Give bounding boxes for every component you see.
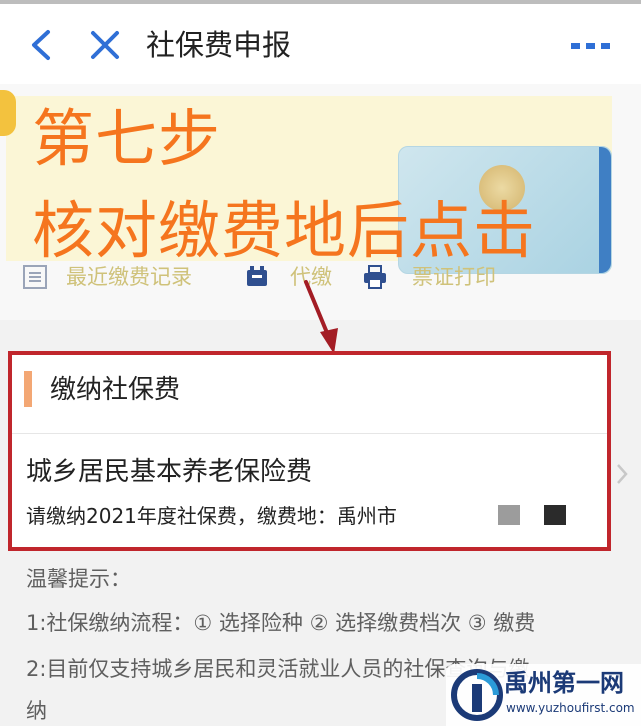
annotation-arrow-icon (304, 280, 338, 354)
wallet-icon (247, 266, 267, 286)
more-dots-icon[interactable] (570, 40, 612, 52)
watermark-url: www.yuzhoufirst.com (506, 701, 635, 715)
receipt-print-link[interactable]: 票证打印 (412, 262, 496, 292)
redaction-mask (498, 505, 520, 525)
recent-payments-link[interactable]: 最近缴费记录 (66, 262, 192, 292)
nav-bar: 社保费申报 (0, 4, 641, 84)
insurance-item-desc: 请缴纳2021年度社保费，缴费地：禹州市 (26, 504, 397, 528)
redaction-mask (544, 505, 566, 525)
tip-line: 纳 (26, 699, 47, 723)
insurance-item-name[interactable]: 城乡居民基本养老保险费 (26, 453, 312, 491)
close-icon[interactable] (88, 28, 122, 62)
tip-line: 1:社保缴纳流程：① 选择险种 ② 选择缴费档次 ③ 缴费 (26, 611, 536, 635)
chevron-left-icon[interactable] (26, 28, 56, 62)
page-title: 社保费申报 (146, 28, 292, 62)
step-overlay-title: 第七步 (32, 102, 222, 175)
side-badge-icon[interactable] (0, 90, 16, 136)
printer-icon (364, 265, 386, 289)
chevron-right-icon[interactable] (615, 462, 629, 486)
site-watermark: 禹州第一网 www.yuzhoufirst.com (446, 664, 641, 726)
section-header: 缴纳社保费 (12, 355, 607, 434)
tips-header: 温馨提示： (26, 567, 131, 591)
list-icon (23, 265, 47, 289)
section-title: 缴纳社保费 (50, 375, 181, 405)
section-accent-bar (24, 371, 32, 407)
watermark-title: 禹州第一网 (504, 669, 624, 697)
pay-social-security-section: 缴纳社保费 城乡居民基本养老保险费 请缴纳2021年度社保费，缴费地：禹州市 (8, 351, 611, 551)
banner-card: 第七步 核对缴费地后点击 (6, 96, 612, 274)
site-logo-icon (451, 669, 503, 721)
